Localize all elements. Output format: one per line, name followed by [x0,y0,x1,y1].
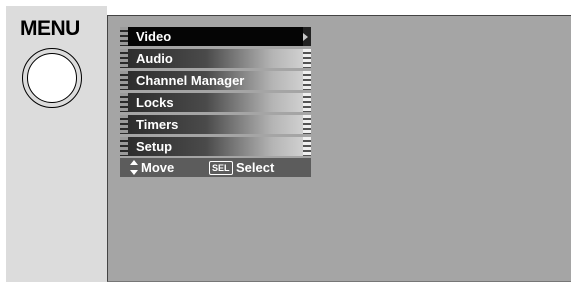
tv-menu-illustration: MENU Video Audio Channel Manager Locks T… [0,0,571,283]
arrow-right-icon [303,33,308,41]
menu-item-audio[interactable]: Audio [120,49,311,68]
navigation-hint-bar: Move SEL Select [120,158,311,177]
row-left-notch [120,137,128,156]
menu-item-video[interactable]: Video [120,27,311,46]
menu-item-label: Channel Manager [136,73,245,88]
menu-item-label: Timers [136,117,179,132]
menu-item-channel-manager[interactable]: Channel Manager [120,71,311,90]
remote-panel: MENU [6,6,107,282]
row-right-notch [303,93,311,112]
move-hint-label: Move [141,160,175,175]
menu-button-label: MENU [20,17,80,40]
menu-item-label: Audio [136,51,173,66]
row-left-notch [120,71,128,90]
row-left-notch [120,115,128,134]
menu-item-setup[interactable]: Setup [120,137,311,156]
row-left-notch [120,49,128,68]
menu-item-label: Locks [136,95,174,110]
menu-round-button[interactable] [22,48,82,108]
menu-item-locks[interactable]: Locks [120,93,311,112]
up-down-arrows-icon [130,160,138,175]
select-hint-label: Select [236,160,275,175]
osd-main-menu: Video Audio Channel Manager Locks Timers… [120,27,311,177]
tv-screen: Video Audio Channel Manager Locks Timers… [107,15,571,282]
menu-item-label: Video [136,29,172,44]
row-left-notch [120,27,128,46]
row-left-notch [120,93,128,112]
row-right-notch [303,71,311,90]
row-right-notch [303,137,311,156]
menu-item-label: Setup [136,139,173,154]
sel-key-icon: SEL [209,161,233,175]
menu-item-timers[interactable]: Timers [120,115,311,134]
menu-button-face [27,53,77,103]
row-right-notch [303,115,311,134]
row-right-notch [303,49,311,68]
